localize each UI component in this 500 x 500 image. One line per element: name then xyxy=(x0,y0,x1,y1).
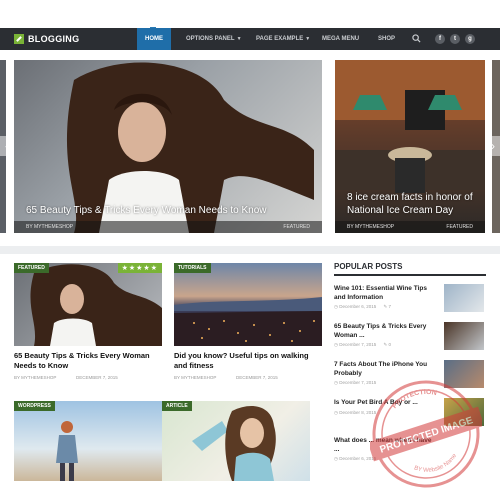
post-title[interactable]: Did you know? Useful tips on walking and… xyxy=(174,351,322,371)
svg-text:BY Website Name: BY Website Name xyxy=(412,451,462,479)
post-date: DECEMBER 7, 2015 xyxy=(76,375,118,380)
google-plus-icon[interactable]: g xyxy=(465,34,475,44)
category-tag[interactable]: ARTICLE xyxy=(162,401,192,411)
twitter-icon[interactable]: t xyxy=(450,34,460,44)
protected-image-stamp: PROTECTION BY Website Name PROTECTED IMA… xyxy=(370,380,482,488)
slide-label: FEATURED xyxy=(446,224,473,230)
clock-icon: ◷ xyxy=(334,456,338,461)
slide-title[interactable]: 8 ice cream facts in honor of National I… xyxy=(347,191,473,217)
slide-title[interactable]: 65 Beauty Tips & Tricks Every Woman Need… xyxy=(26,204,310,217)
nav-item-page-example[interactable]: PAGE EXAMPLE ▼ xyxy=(256,28,310,50)
stamp-ring-bottom: BY Website Name xyxy=(412,451,462,479)
rating-stars: ★★★★★ xyxy=(117,263,162,273)
popular-post-comments: 7 xyxy=(388,304,392,309)
post-card[interactable]: FEATURED ★★★★★ 65 Beauty Tips & Tricks E… xyxy=(14,263,162,393)
section-gap xyxy=(0,246,500,254)
popular-post-date: December 7, 2015 xyxy=(339,342,377,347)
popular-post-thumb[interactable] xyxy=(444,284,484,312)
clock-icon: ◷ xyxy=(334,410,338,415)
woman-back-image xyxy=(56,421,78,481)
slide-meta: BY MYTHEMESHOP FEATURED xyxy=(335,221,485,233)
stamp-ring-top: PROTECTION xyxy=(389,384,439,411)
logo-text: BLOGGING xyxy=(28,34,80,44)
smiling-woman-image xyxy=(192,406,276,481)
post-card[interactable]: TUTORIALS Did you know? Useful tips on w… xyxy=(174,263,322,393)
comment-icon: ✎ xyxy=(383,304,388,309)
popular-post-date: December 6, 2015 xyxy=(339,304,377,309)
nav-label: MEGA MENU xyxy=(322,36,360,42)
post-date: DECEMBER 7, 2015 xyxy=(236,375,278,380)
nav-label: HOME xyxy=(145,36,163,42)
facebook-icon[interactable]: f xyxy=(435,34,445,44)
comment-icon: ✎ xyxy=(383,342,388,347)
post-title[interactable]: 65 Beauty Tips & Tricks Every Woman Need… xyxy=(14,351,162,371)
popular-post-meta: ◷ December 7, 2015 ✎ 0 xyxy=(334,342,391,348)
main-navbar: BLOGGING HOME OPTIONS PANEL ▼ PAGE EXAMPL… xyxy=(0,28,500,50)
category-tag[interactable]: TUTORIALS xyxy=(174,263,211,273)
category-tag[interactable]: WORDPRESS xyxy=(14,401,55,411)
featured-slider: 65 Beauty Tips & Tricks Every Woman Need… xyxy=(0,50,500,246)
clock-icon: ◷ xyxy=(334,304,338,309)
post-thumbnail[interactable]: WORDPRESS xyxy=(14,401,162,481)
slide-meta: BY MYTHEMESHOP FEATURED xyxy=(14,221,322,233)
post-author: BY MYTHEMESHOP xyxy=(14,375,57,380)
nav-item-mega-menu[interactable]: MEGA MENU xyxy=(322,28,359,50)
city-lights-image xyxy=(174,297,322,346)
slide-author: BY MYTHEMESHOP xyxy=(347,224,395,230)
widget-title: POPULAR POSTS xyxy=(334,262,486,276)
post-thumbnail[interactable]: ARTICLE xyxy=(162,401,310,481)
slide-beauty-tips[interactable]: 65 Beauty Tips & Tricks Every Woman Need… xyxy=(14,60,322,233)
slide-label: FEATURED xyxy=(283,224,310,230)
chevron-down-icon: ▼ xyxy=(236,36,242,42)
popular-post-title[interactable]: 7 Facts About The iPhone You Probably xyxy=(334,360,438,378)
popular-post-thumb[interactable] xyxy=(444,322,484,350)
nav-item-shop[interactable]: SHOP xyxy=(378,28,395,50)
category-tag[interactable]: FEATURED xyxy=(14,263,49,273)
clock-icon: ◷ xyxy=(334,380,338,385)
popular-posts-widget: POPULAR POSTS Wine 101: Essential Wine T… xyxy=(334,262,486,461)
slider-next-arrow[interactable]: › xyxy=(486,136,500,156)
logo-icon xyxy=(14,34,24,44)
post-thumbnail[interactable]: TUTORIALS xyxy=(174,263,322,346)
site-logo[interactable]: BLOGGING xyxy=(14,33,79,45)
search-icon[interactable] xyxy=(412,34,421,43)
slide-ice-cream[interactable]: 8 ice cream facts in honor of National I… xyxy=(335,60,485,233)
slide-author: BY MYTHEMESHOP xyxy=(26,224,74,230)
top-bar xyxy=(0,0,500,29)
slide-caption: 8 ice cream facts in honor of National I… xyxy=(335,187,485,233)
slider-prev-arrow[interactable]: ‹ xyxy=(0,136,14,156)
popular-post-meta: ◷ December 6, 2015 ✎ 7 xyxy=(334,304,391,310)
chevron-down-icon: ▼ xyxy=(305,36,311,42)
post-card[interactable]: WORDPRESS xyxy=(14,401,162,481)
popular-post-comments: 0 xyxy=(388,342,392,347)
clock-icon: ◷ xyxy=(334,342,338,347)
popular-post-title[interactable]: Wine 101: Essential Wine Tips and Inform… xyxy=(334,284,438,302)
nav-item-home[interactable]: HOME xyxy=(137,28,171,50)
nav-item-options-panel[interactable]: OPTIONS PANEL ▼ xyxy=(186,28,242,50)
post-author: BY MYTHEMESHOP xyxy=(174,375,217,380)
nav-label: SHOP xyxy=(378,36,396,42)
popular-post-title[interactable]: 65 Beauty Tips & Tricks Every Woman ... xyxy=(334,322,438,340)
nav-label: PAGE EXAMPLE xyxy=(256,36,304,42)
slide-caption: 65 Beauty Tips & Tricks Every Woman Need… xyxy=(14,200,322,233)
woman-portrait-image xyxy=(30,264,162,346)
svg-text:PROTECTION: PROTECTION xyxy=(389,384,439,411)
post-card[interactable]: ARTICLE xyxy=(162,401,310,481)
nav-label: OPTIONS PANEL xyxy=(186,36,235,42)
post-thumbnail[interactable]: FEATURED ★★★★★ xyxy=(14,263,162,346)
